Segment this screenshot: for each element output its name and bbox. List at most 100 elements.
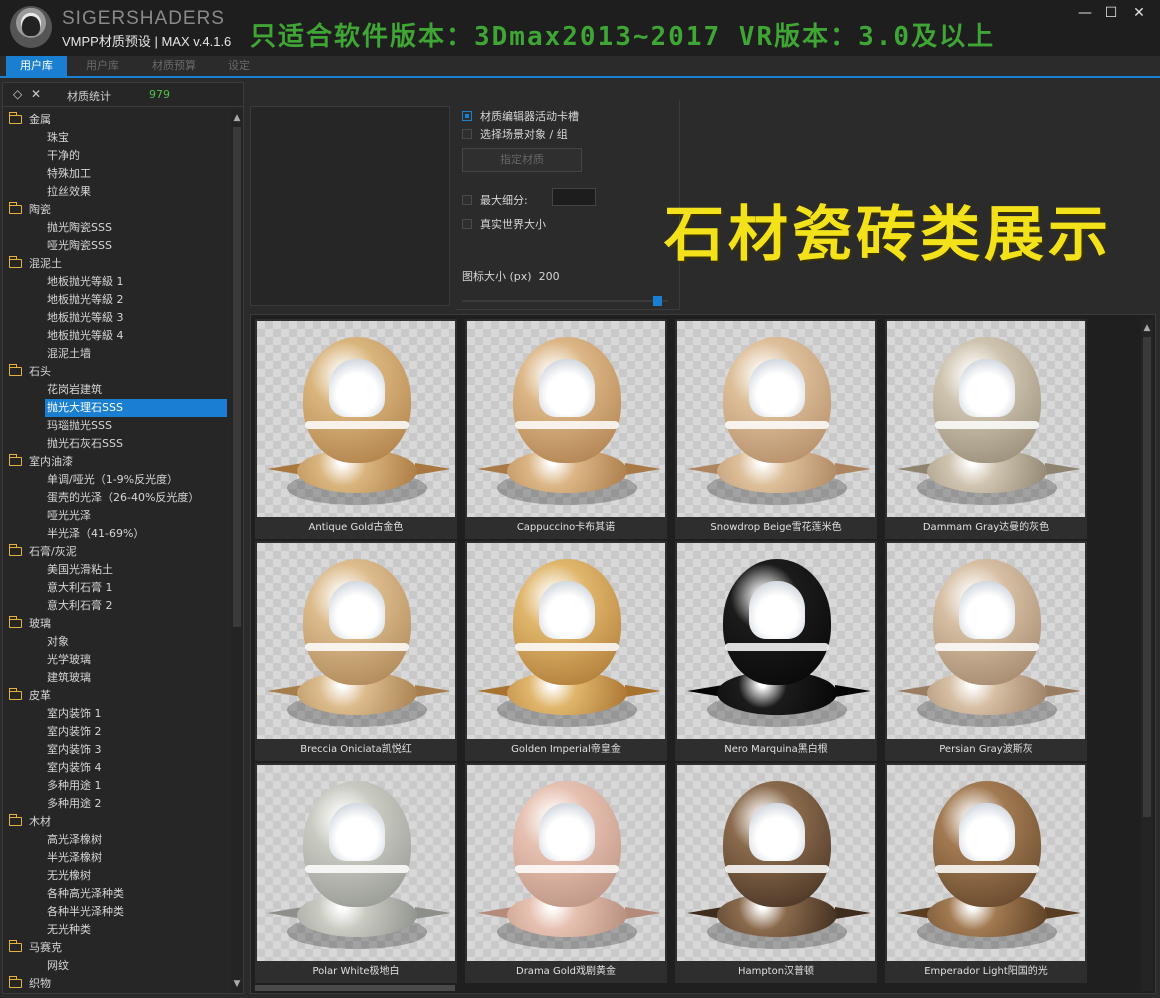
tree-item[interactable]: 网纹 [3,957,231,975]
tree-item[interactable]: 多种用途 1 [3,777,231,795]
close-button[interactable]: ✕ [1128,4,1150,22]
tree-item[interactable]: 半光泽橡树 [3,849,231,867]
material-card[interactable]: Drama Gold戏剧黄金 [465,763,667,983]
tree-item[interactable]: 花岗岩建筑 [3,381,231,399]
real-world-checkbox[interactable] [462,219,472,229]
material-card[interactable]: Antique Gold古金色 [255,319,457,539]
tree-item[interactable]: 室内装饰 1 [3,705,231,723]
material-card[interactable]: Persian Gray波斯灰 [885,541,1087,761]
material-card[interactable]: Emperador Light阳国的光 [885,763,1087,983]
tree-item[interactable]: 无光种类 [3,921,231,939]
tree-item[interactable]: 拉丝效果 [3,183,231,201]
tree-item[interactable]: 珠宝 [3,129,231,147]
tree-item[interactable]: 特殊加工 [3,165,231,183]
tree-item[interactable]: 建筑玻璃 [3,669,231,687]
editor-slot-checkbox[interactable] [462,111,472,121]
material-card[interactable]: Nero Marquina黑白根 [675,541,877,761]
tab-user-library[interactable]: 用户库 [6,56,67,76]
tree-item[interactable]: 抛光石灰石SSS [3,435,231,453]
tree-item-selected[interactable]: 抛光大理石SSS [45,399,227,417]
tree-item[interactable]: 混泥土墙 [3,345,231,363]
tree-item[interactable]: 玛瑙抛光SSS [3,417,231,435]
minimize-button[interactable]: — [1074,4,1096,22]
editor-slot-option[interactable]: 材质编辑器活动卡槽 [462,108,579,124]
max-subdiv-option[interactable]: 最大细分: [462,192,528,208]
tree-item[interactable]: 室内装饰 2 [3,723,231,741]
max-subdiv-checkbox[interactable] [462,195,472,205]
material-thumbnail[interactable] [677,321,875,517]
tree-category[interactable]: 皮革 [3,687,231,705]
material-card[interactable]: Golden Imperial帝皇金 [465,541,667,761]
scroll-up-icon[interactable]: ▲ [231,111,243,125]
material-card[interactable]: Dammam Gray达曼的灰色 [885,319,1087,539]
tree-category[interactable]: 石头 [3,363,231,381]
tree-item[interactable]: 地板抛光等級 1 [3,273,231,291]
tree-item[interactable]: 抛光陶瓷SSS [3,219,231,237]
grid-scrollbar-thumb[interactable] [1143,337,1151,817]
material-thumbnail[interactable] [887,543,1085,739]
tab-user-library-2[interactable]: 用户库 [72,56,133,76]
material-thumbnail[interactable] [887,321,1085,517]
tree-item[interactable]: 室内装饰 4 [3,759,231,777]
category-scrollbar-thumb[interactable] [233,127,241,627]
material-thumbnail[interactable] [677,543,875,739]
tree-item[interactable]: 室内装饰 3 [3,741,231,759]
material-thumbnail[interactable] [887,765,1085,961]
scroll-down-icon[interactable]: ▼ [231,977,243,991]
tree-item[interactable]: 对象 [3,633,231,651]
real-world-option[interactable]: 真实世界大小 [462,216,546,232]
tree-item[interactable]: 美国光滑粘土 [3,561,231,579]
select-scene-option[interactable]: 选择场景对象 / 组 [462,126,568,142]
tab-settings[interactable]: 设定 [214,56,264,76]
material-thumbnail[interactable] [257,543,455,739]
tree-category[interactable]: 陶瓷 [3,201,231,219]
icon-size-slider-track[interactable] [462,300,668,302]
material-thumbnail[interactable] [257,321,455,517]
tree-item[interactable]: 地板抛光等級 4 [3,327,231,345]
tree-category[interactable]: 木材 [3,813,231,831]
tree-item[interactable]: 意大利石膏 2 [3,597,231,615]
tree-item[interactable]: 高光泽橡树 [3,831,231,849]
max-subdiv-input[interactable] [552,188,596,206]
icon-size-slider[interactable] [462,296,668,306]
tree-item[interactable]: 蛋壳的光泽（26-40%反光度） [3,489,231,507]
tree-item[interactable]: 光学玻璃 [3,651,231,669]
grid-horizontal-scrollbar[interactable] [255,985,455,991]
tree-item[interactable]: 意大利石膏 1 [3,579,231,597]
tree-item[interactable]: 无光橡树 [3,867,231,885]
tree-category[interactable]: 马赛克 [3,939,231,957]
tree-item[interactable]: 哑光光泽 [3,507,231,525]
material-card[interactable]: Polar White极地白 [255,763,457,983]
select-scene-checkbox[interactable] [462,129,472,139]
material-card[interactable]: Snowdrop Beige雪花莲米色 [675,319,877,539]
material-thumbnail[interactable] [677,765,875,961]
expand-all-icon[interactable]: ◇ [13,87,22,101]
tab-material-preview[interactable]: 材质预算 [138,56,210,76]
tree-item[interactable]: 各种高光泽种类 [3,885,231,903]
tree-item[interactable]: 多种用途 2 [3,795,231,813]
tree-item[interactable]: 地板抛光等級 2 [3,291,231,309]
material-card[interactable]: Cappuccino卡布其诺 [465,319,667,539]
material-thumbnail[interactable] [467,543,665,739]
tree-item[interactable]: 干净的 [3,147,231,165]
maximize-button[interactable]: ☐ [1100,4,1122,22]
material-thumbnail[interactable] [467,321,665,517]
tree-item[interactable]: 各种半光泽种类 [3,903,231,921]
material-card[interactable]: Breccia Oniciata凯悦红 [255,541,457,761]
collapse-all-icon[interactable]: ✕ [31,87,41,101]
tree-item[interactable]: 单调/哑光（1-9%反光度） [3,471,231,489]
tree-category[interactable]: 金属 [3,111,231,129]
tree-item[interactable]: 半光泽（41-69%） [3,525,231,543]
assign-material-button[interactable]: 指定材质 [462,148,582,172]
tree-category[interactable]: 石膏/灰泥 [3,543,231,561]
material-thumbnail[interactable] [257,765,455,961]
icon-size-slider-handle[interactable] [653,296,662,306]
grid-scrollbar[interactable]: ▲ [1141,319,1153,991]
tree-item[interactable]: 地板抛光等級 3 [3,309,231,327]
tree-category[interactable]: 混泥土 [3,255,231,273]
material-thumbnail[interactable] [467,765,665,961]
tree-category[interactable]: 室内油漆 [3,453,231,471]
tree-item[interactable]: 哑光陶瓷SSS [3,237,231,255]
category-scrollbar[interactable]: ▲ ▼ [231,109,243,993]
tree-category[interactable]: 玻璃 [3,615,231,633]
